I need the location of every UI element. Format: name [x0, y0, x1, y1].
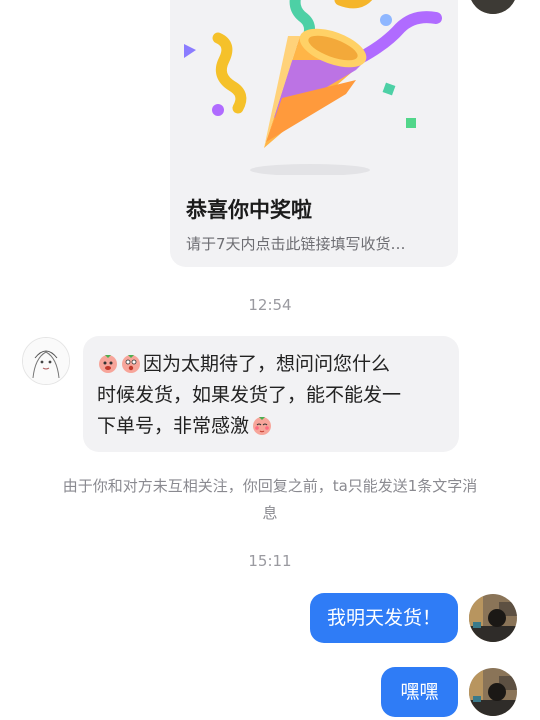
- my-avatar-top[interactable]: [469, 0, 517, 14]
- outgoing-message-text: 嘿嘿: [400, 681, 439, 703]
- my-avatar[interactable]: [469, 668, 517, 716]
- incoming-message-line: 下单号，非常感激: [97, 415, 250, 437]
- card-title: 恭喜你中奖啦: [186, 198, 312, 222]
- card-subtitle: 请于7天内点击此链接填写收货…: [186, 235, 406, 253]
- notice-line: 息: [262, 504, 278, 522]
- outgoing-message-bubble[interactable]: 我明天发货！: [310, 593, 458, 643]
- surprised-emoji-icon: [122, 355, 140, 373]
- timestamp: 12:54: [248, 296, 292, 314]
- shy-emoji-icon: [253, 417, 272, 435]
- other-user-avatar[interactable]: [22, 337, 70, 385]
- incoming-message-line: 时候发货，如果发货了，能不能发一: [97, 384, 402, 406]
- prize-card[interactable]: 恭喜你中奖啦 请于7天内点击此链接填写收货…: [170, 0, 458, 267]
- follow-restriction-notice: 由于你和对方未互相关注，你回复之前，ta只能发送1条文字消 息: [40, 473, 500, 527]
- notice-line: 由于你和对方未互相关注，你回复之前，ta只能发送1条文字消: [62, 477, 478, 495]
- crying-emoji-icon: [99, 355, 117, 373]
- incoming-message-bubble[interactable]: 因为太期待了，想问问您什么 时候发货，如果发货了，能不能发一 下单号，非常感激: [83, 336, 459, 452]
- outgoing-message-bubble[interactable]: 嘿嘿: [381, 667, 458, 717]
- party-popper-icon: [184, 0, 442, 175]
- my-avatar[interactable]: [469, 594, 517, 642]
- timestamp: 15:11: [248, 552, 292, 570]
- incoming-message-line: 因为太期待了，想问问您什么: [143, 353, 391, 375]
- outgoing-message-text: 我明天发货！: [326, 607, 441, 629]
